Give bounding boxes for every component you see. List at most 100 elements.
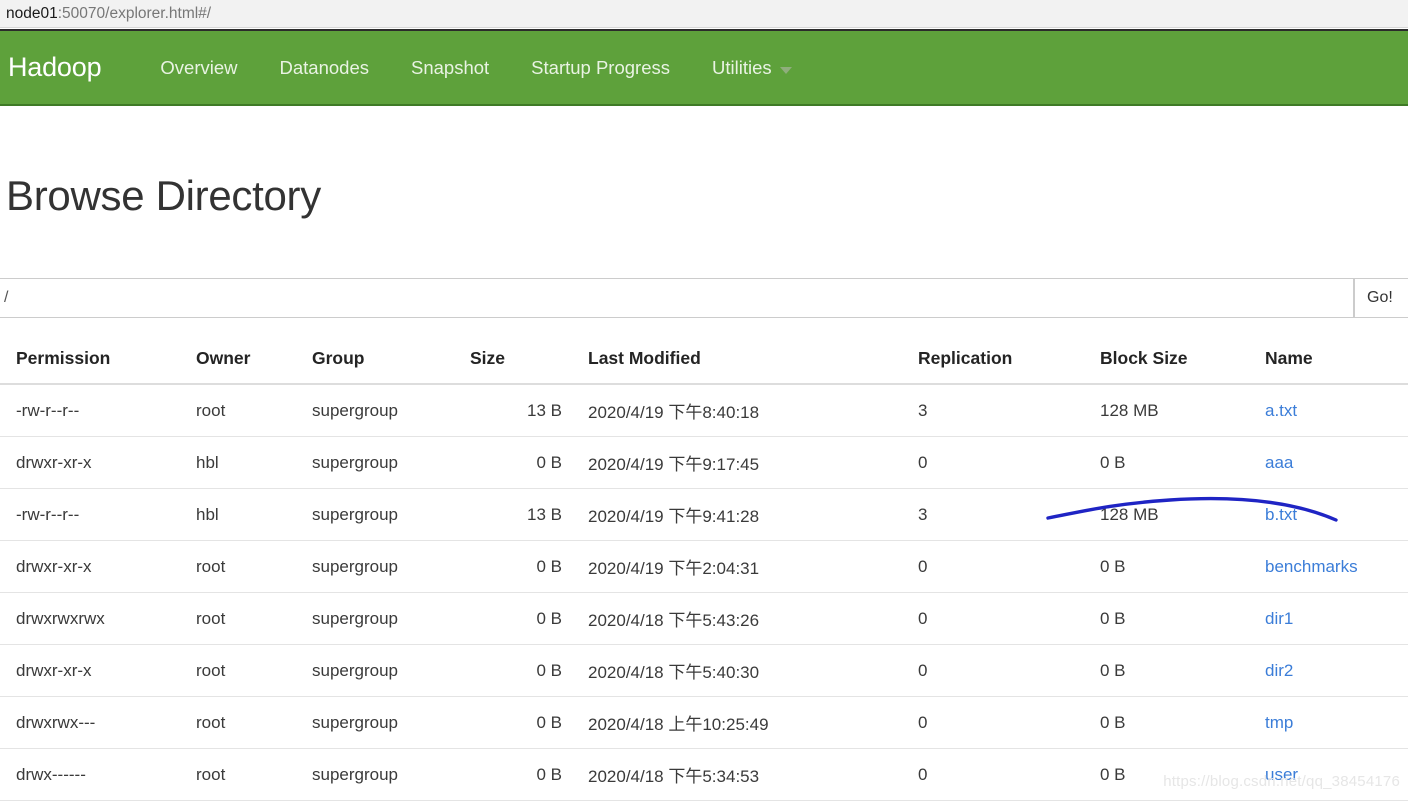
nav-item-datanodes[interactable]: Datanodes bbox=[259, 57, 390, 79]
cell-permission: drwxrwxrwx bbox=[0, 593, 196, 645]
cell-owner: root bbox=[196, 645, 312, 697]
cell-size: 0 B bbox=[470, 697, 580, 749]
cell-block-size: 0 B bbox=[1092, 645, 1257, 697]
cell-replication: 0 bbox=[910, 437, 1092, 489]
url-text: node01:50070/explorer.html#/ bbox=[6, 6, 211, 22]
cell-replication: 0 bbox=[910, 697, 1092, 749]
cell-block-size: 0 B bbox=[1092, 437, 1257, 489]
file-name-link[interactable]: aaa bbox=[1265, 453, 1293, 472]
cell-owner: hbl bbox=[196, 437, 312, 489]
cell-last-modified: 2020/4/18 上午10:25:49 bbox=[580, 697, 910, 749]
table-row: drwxr-xr-xrootsupergroup0 B2020/4/19 下午2… bbox=[0, 541, 1408, 593]
cell-replication: 3 bbox=[910, 384, 1092, 437]
cell-replication: 0 bbox=[910, 541, 1092, 593]
column-header-name: Name bbox=[1257, 340, 1408, 384]
url-path: :50070/explorer.html#/ bbox=[58, 5, 211, 22]
cell-block-size: 0 B bbox=[1092, 541, 1257, 593]
file-name-link[interactable]: dir2 bbox=[1265, 661, 1293, 680]
cell-block-size: 128 MB bbox=[1092, 384, 1257, 437]
cell-replication: 3 bbox=[910, 489, 1092, 541]
cell-group: supergroup bbox=[312, 645, 470, 697]
table-row: drwxrwx---rootsupergroup0 B2020/4/18 上午1… bbox=[0, 697, 1408, 749]
cell-size: 0 B bbox=[470, 593, 580, 645]
cell-last-modified: 2020/4/18 下午5:34:53 bbox=[580, 749, 910, 801]
cell-owner: root bbox=[196, 384, 312, 437]
cell-size: 0 B bbox=[470, 541, 580, 593]
cell-permission: drwxr-xr-x bbox=[0, 541, 196, 593]
cell-owner: root bbox=[196, 749, 312, 801]
cell-owner: root bbox=[196, 593, 312, 645]
cell-block-size: 0 B bbox=[1092, 697, 1257, 749]
cell-name: benchmarks bbox=[1257, 541, 1408, 593]
nav-item-snapshot-label: Snapshot bbox=[411, 57, 489, 79]
page-title: Browse Directory bbox=[6, 172, 321, 220]
column-header-group: Group bbox=[312, 340, 470, 384]
column-header-block-size: Block Size bbox=[1092, 340, 1257, 384]
nav-item-overview-label: Overview bbox=[160, 57, 237, 79]
cell-group: supergroup bbox=[312, 749, 470, 801]
go-button[interactable]: Go! bbox=[1354, 278, 1408, 318]
cell-group: supergroup bbox=[312, 437, 470, 489]
cell-last-modified: 2020/4/19 下午2:04:31 bbox=[580, 541, 910, 593]
nav-item-datanodes-label: Datanodes bbox=[280, 57, 369, 79]
cell-size: 0 B bbox=[470, 749, 580, 801]
cell-last-modified: 2020/4/19 下午9:17:45 bbox=[580, 437, 910, 489]
directory-listing-table: Permission Owner Group Size Last Modifie… bbox=[0, 340, 1408, 801]
column-header-owner: Owner bbox=[196, 340, 312, 384]
cell-permission: drwx------ bbox=[0, 749, 196, 801]
cell-permission: -rw-r--r-- bbox=[0, 489, 196, 541]
cell-owner: hbl bbox=[196, 489, 312, 541]
cell-last-modified: 2020/4/19 下午8:40:18 bbox=[580, 384, 910, 437]
cell-block-size: 128 MB bbox=[1092, 489, 1257, 541]
cell-group: supergroup bbox=[312, 489, 470, 541]
file-name-link[interactable]: b.txt bbox=[1265, 505, 1297, 524]
path-input-group: Go! bbox=[0, 278, 1408, 318]
cell-permission: drwxrwx--- bbox=[0, 697, 196, 749]
file-name-link[interactable]: dir1 bbox=[1265, 609, 1293, 628]
table-row: drwxrwxrwxrootsupergroup0 B2020/4/18 下午5… bbox=[0, 593, 1408, 645]
nav-item-startup-progress-label: Startup Progress bbox=[531, 57, 670, 79]
cell-block-size: 0 B bbox=[1092, 593, 1257, 645]
hadoop-brand-link[interactable]: Hadoop bbox=[0, 52, 139, 83]
cell-name: tmp bbox=[1257, 697, 1408, 749]
nav-item-utilities[interactable]: Utilities bbox=[691, 57, 813, 79]
cell-owner: root bbox=[196, 697, 312, 749]
cell-name: dir2 bbox=[1257, 645, 1408, 697]
cell-replication: 0 bbox=[910, 749, 1092, 801]
cell-group: supergroup bbox=[312, 697, 470, 749]
cell-group: supergroup bbox=[312, 384, 470, 437]
nav-item-utilities-label: Utilities bbox=[712, 57, 772, 79]
nav-item-snapshot[interactable]: Snapshot bbox=[390, 57, 510, 79]
table-row: -rw-r--r--hblsupergroup13 B2020/4/19 下午9… bbox=[0, 489, 1408, 541]
cell-owner: root bbox=[196, 541, 312, 593]
cell-name: aaa bbox=[1257, 437, 1408, 489]
file-name-link[interactable]: a.txt bbox=[1265, 401, 1297, 420]
cell-size: 0 B bbox=[470, 437, 580, 489]
browser-url-bar[interactable]: node01:50070/explorer.html#/ bbox=[0, 0, 1408, 28]
cell-replication: 0 bbox=[910, 645, 1092, 697]
url-host: node01 bbox=[6, 5, 58, 22]
cell-size: 0 B bbox=[470, 645, 580, 697]
column-header-last-modified: Last Modified bbox=[580, 340, 910, 384]
cell-name: dir1 bbox=[1257, 593, 1408, 645]
cell-permission: drwxr-xr-x bbox=[0, 437, 196, 489]
nav-item-overview[interactable]: Overview bbox=[139, 57, 258, 79]
main-navbar: Hadoop Overview Datanodes Snapshot Start… bbox=[0, 29, 1408, 106]
cell-replication: 0 bbox=[910, 593, 1092, 645]
table-row: -rw-r--r--rootsupergroup13 B2020/4/19 下午… bbox=[0, 384, 1408, 437]
column-header-replication: Replication bbox=[910, 340, 1092, 384]
cell-size: 13 B bbox=[470, 384, 580, 437]
cell-group: supergroup bbox=[312, 593, 470, 645]
table-head: Permission Owner Group Size Last Modifie… bbox=[0, 340, 1408, 384]
table-body: -rw-r--r--rootsupergroup13 B2020/4/19 下午… bbox=[0, 384, 1408, 801]
file-name-link[interactable]: tmp bbox=[1265, 713, 1293, 732]
file-name-link[interactable]: benchmarks bbox=[1265, 557, 1358, 576]
column-header-size: Size bbox=[470, 340, 580, 384]
cell-last-modified: 2020/4/18 下午5:43:26 bbox=[580, 593, 910, 645]
nav-item-startup-progress[interactable]: Startup Progress bbox=[510, 57, 691, 79]
cell-last-modified: 2020/4/18 下午5:40:30 bbox=[580, 645, 910, 697]
cell-size: 13 B bbox=[470, 489, 580, 541]
table-row: drwxr-xr-xhblsupergroup0 B2020/4/19 下午9:… bbox=[0, 437, 1408, 489]
directory-path-input[interactable] bbox=[0, 278, 1354, 318]
table-row: drwxr-xr-xrootsupergroup0 B2020/4/18 下午5… bbox=[0, 645, 1408, 697]
